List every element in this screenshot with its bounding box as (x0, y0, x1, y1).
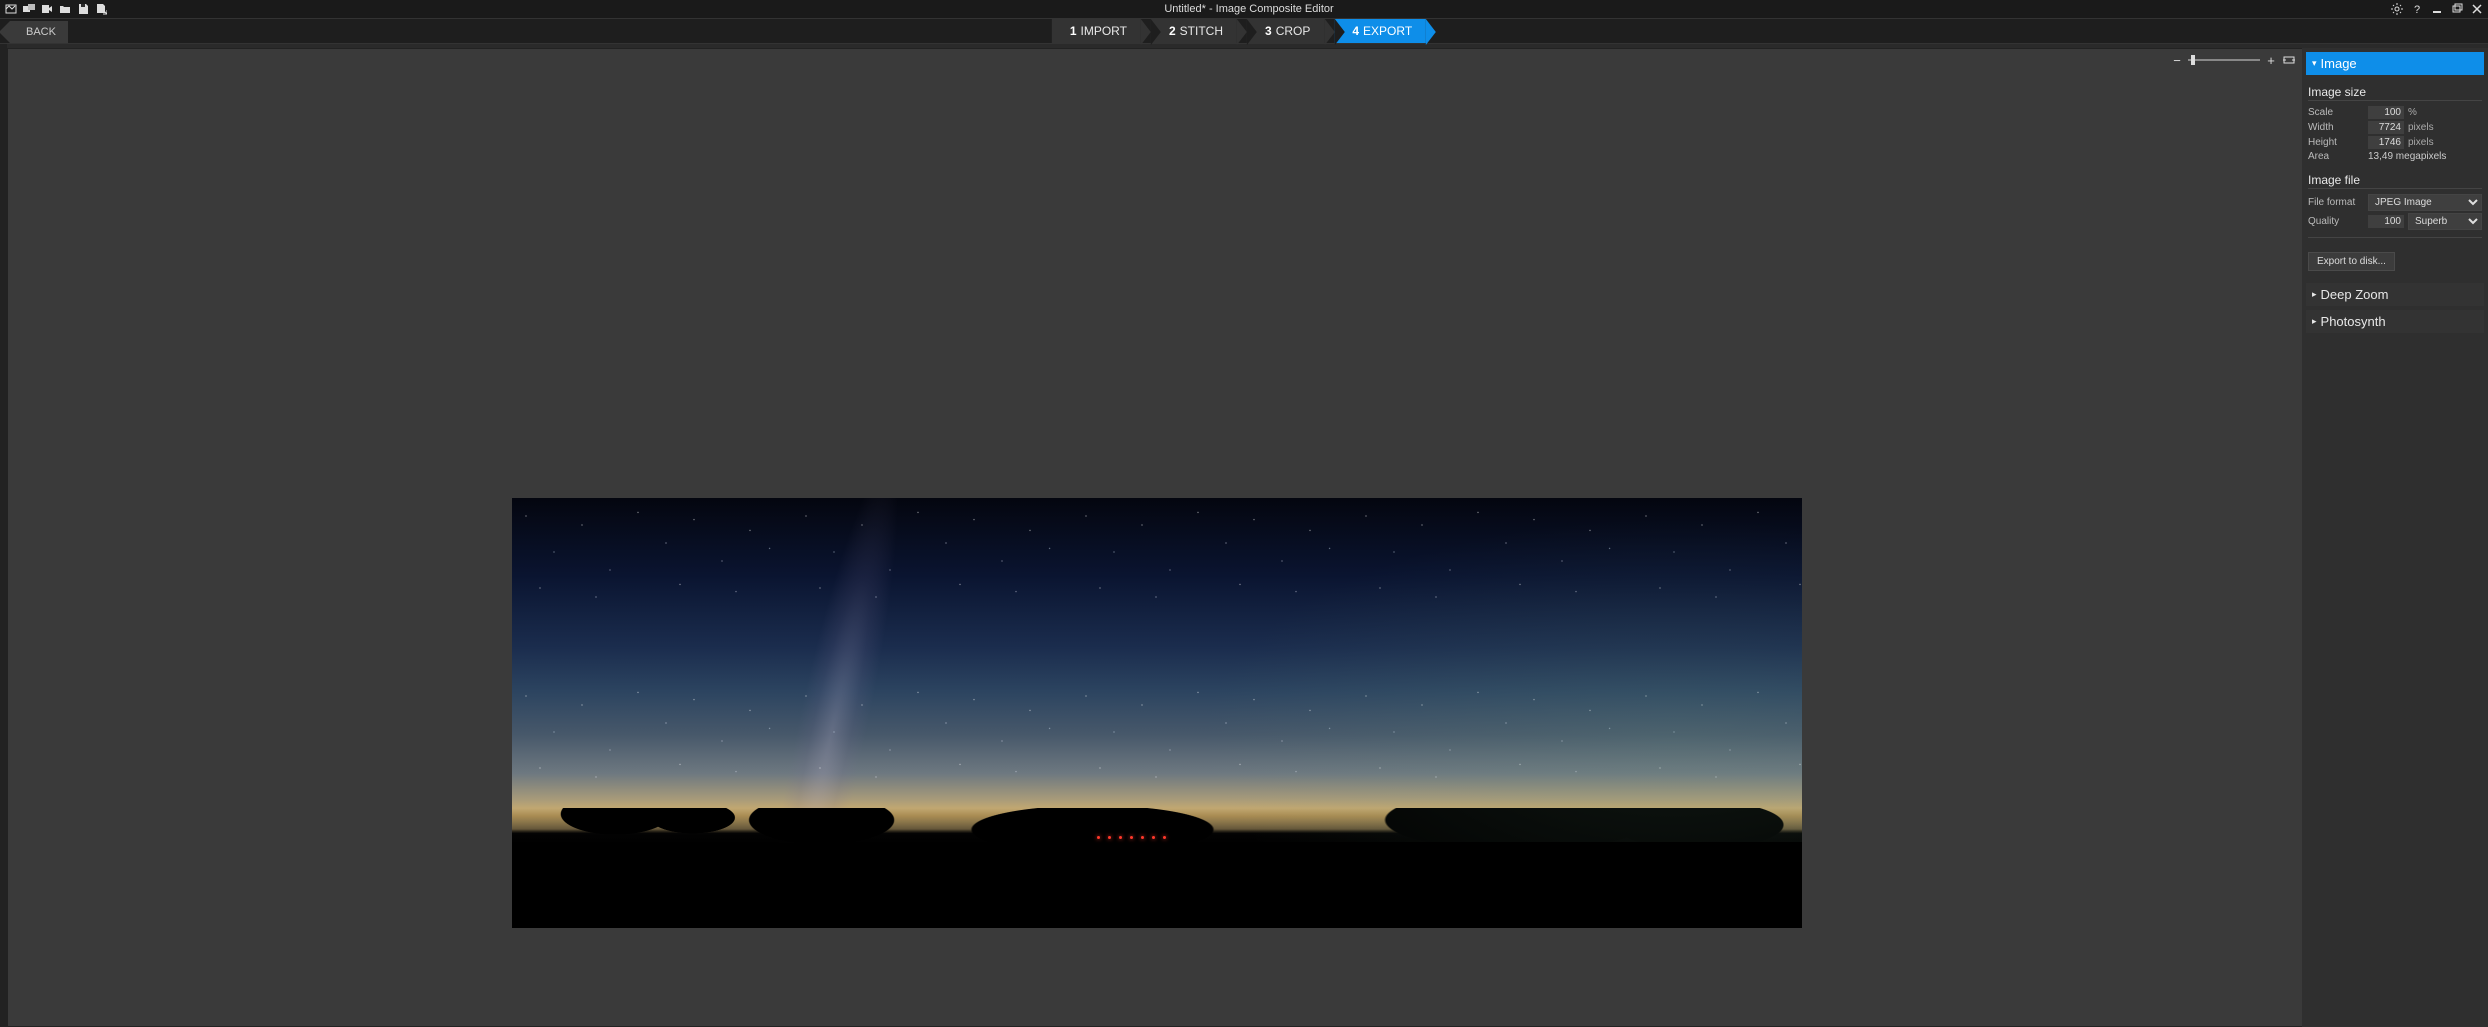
panel-header-deepzoom[interactable]: ▸ Deep Zoom (2306, 283, 2484, 306)
label-scale: Scale (2308, 107, 2364, 118)
chevron-right-icon: ▸ (2312, 316, 2317, 327)
input-scale[interactable] (2368, 106, 2404, 119)
value-area: 13,49 megapixels (2368, 151, 2446, 162)
row-quality: Quality Superb (2308, 212, 2482, 231)
maximize-icon[interactable] (2450, 2, 2464, 16)
input-width[interactable] (2368, 121, 2404, 134)
export-side-panel: ▾ Image Image size Scale % Width pixels … (2302, 48, 2488, 1027)
preview-canvas[interactable]: − + (7, 48, 2302, 1027)
gear-icon[interactable] (2390, 2, 2404, 16)
new-panorama-icon[interactable] (4, 2, 18, 16)
zoom-in-button[interactable]: + (2264, 53, 2278, 67)
step-number: 2 (1169, 24, 1176, 38)
new-from-images-icon[interactable] (22, 2, 36, 16)
unit-width: pixels (2408, 122, 2434, 133)
panel-body-image: Image size Scale % Width pixels Height p… (2306, 79, 2484, 279)
workflow-step-bar: BACK 1 IMPORT 2 STITCH 3 CROP 4 EXPORT (0, 18, 2488, 44)
new-from-video-icon[interactable] (40, 2, 54, 16)
group-title-image-size: Image size (2308, 85, 2482, 101)
step-label: CROP (1276, 24, 1311, 38)
row-file-format: File format JPEG Image (2308, 193, 2482, 212)
step-stitch[interactable]: 2 STITCH (1151, 19, 1237, 43)
panel-header-image[interactable]: ▾ Image (2306, 52, 2484, 75)
help-icon[interactable]: ? (2410, 2, 2424, 16)
zoom-controls: − + (2170, 53, 2296, 67)
step-label: STITCH (1180, 24, 1223, 38)
row-height: Height pixels (2308, 135, 2482, 150)
step-crop[interactable]: 3 CROP (1247, 19, 1324, 43)
label-file-format: File format (2308, 197, 2364, 208)
zoom-slider-thumb[interactable] (2191, 55, 2195, 65)
minimize-icon[interactable] (2430, 2, 2444, 16)
step-number: 4 (1352, 24, 1359, 38)
chevron-right-icon: ▸ (2312, 289, 2317, 300)
zoom-out-button[interactable]: − (2170, 53, 2184, 67)
input-height[interactable] (2368, 136, 2404, 149)
divider (2308, 237, 2482, 238)
step-import[interactable]: 1 IMPORT (1052, 19, 1141, 43)
zoom-slider[interactable] (2188, 59, 2260, 61)
input-quality[interactable] (2368, 215, 2404, 228)
svg-text:?: ? (2414, 4, 2420, 15)
unit-height: pixels (2408, 137, 2434, 148)
panel-title: Image (2321, 56, 2357, 71)
open-icon[interactable] (58, 2, 72, 16)
step-export[interactable]: 4 EXPORT (1334, 19, 1426, 43)
panel-title: Photosynth (2321, 314, 2386, 329)
save-as-icon[interactable] (94, 2, 108, 16)
row-width: Width pixels (2308, 120, 2482, 135)
chevron-down-icon: ▾ (2312, 58, 2317, 69)
row-area: Area 13,49 megapixels (2308, 150, 2482, 163)
step-number: 3 (1265, 24, 1272, 38)
export-to-disk-button[interactable]: Export to disk... (2308, 252, 2395, 271)
step-label: IMPORT (1081, 24, 1127, 38)
step-number: 1 (1070, 24, 1077, 38)
label-width: Width (2308, 122, 2364, 133)
unit-scale: % (2408, 107, 2417, 118)
export-button-label: Export to disk... (2317, 256, 2386, 267)
label-area: Area (2308, 151, 2364, 162)
fit-view-button[interactable] (2282, 53, 2296, 67)
back-button[interactable]: BACK (10, 21, 68, 43)
panorama-preview (512, 498, 1802, 928)
select-file-format[interactable]: JPEG Image (2368, 194, 2482, 211)
panel-title: Deep Zoom (2321, 287, 2389, 302)
window-title: Untitled* - Image Composite Editor (108, 3, 2390, 15)
group-title-image-file: Image file (2308, 173, 2482, 189)
save-icon[interactable] (76, 2, 90, 16)
step-label: EXPORT (1363, 24, 1412, 38)
select-quality-preset[interactable]: Superb (2408, 213, 2482, 230)
row-scale: Scale % (2308, 105, 2482, 120)
back-button-label: BACK (26, 26, 56, 38)
workflow-steps: 1 IMPORT 2 STITCH 3 CROP 4 EXPORT (1052, 19, 1436, 43)
close-icon[interactable] (2470, 2, 2484, 16)
left-gutter (0, 44, 7, 1027)
label-quality: Quality (2308, 216, 2364, 227)
panel-header-photosynth[interactable]: ▸ Photosynth (2306, 310, 2484, 333)
label-height: Height (2308, 137, 2364, 148)
title-bar: Untitled* - Image Composite Editor ? (0, 0, 2488, 18)
